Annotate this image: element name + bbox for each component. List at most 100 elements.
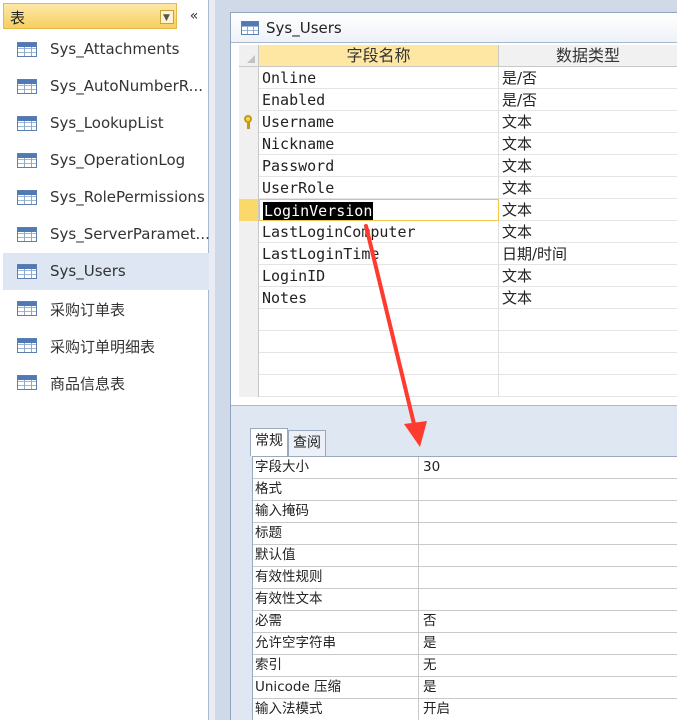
property-row[interactable]: 必需否 — [253, 611, 677, 633]
field-name-cell[interactable] — [259, 353, 499, 375]
property-value[interactable]: 是 — [421, 677, 677, 698]
row-selector[interactable] — [239, 287, 259, 309]
nav-item-table[interactable]: Sys_OperationLog — [3, 142, 209, 179]
property-row[interactable]: 有效性文本 — [253, 589, 677, 611]
property-value[interactable] — [421, 545, 677, 566]
field-name-cell[interactable]: Nickname — [259, 133, 499, 155]
field-name-cell[interactable] — [259, 309, 499, 331]
property-row[interactable]: 允许空字符串是 — [253, 633, 677, 655]
table-row[interactable]: LastLoginComputer 文本 — [239, 221, 677, 243]
nav-item-table[interactable]: Sys_ServerParamet... — [3, 216, 210, 253]
row-selector[interactable] — [239, 221, 259, 243]
nav-item-table[interactable]: 商品信息表 — [3, 364, 209, 401]
data-type-cell[interactable]: 文本 — [499, 111, 677, 133]
field-name-cell[interactable]: Username — [259, 111, 499, 133]
table-row[interactable] — [239, 375, 677, 397]
field-name-cell[interactable]: Notes — [259, 287, 499, 309]
property-value[interactable]: 是 — [421, 633, 677, 654]
row-selector[interactable] — [239, 89, 259, 111]
table-row[interactable]: LoginVersion 文本 — [239, 199, 677, 221]
property-value[interactable]: 30 — [421, 457, 677, 478]
data-type-cell[interactable]: 日期/时间 — [499, 243, 677, 265]
data-type-cell[interactable]: 文本 — [499, 199, 677, 221]
data-type-cell[interactable] — [499, 353, 677, 375]
row-selector[interactable] — [239, 155, 259, 177]
field-name-cell[interactable] — [259, 375, 499, 397]
table-row[interactable] — [239, 331, 677, 353]
row-selector[interactable] — [239, 67, 259, 89]
property-row[interactable]: Unicode 压缩是 — [253, 677, 677, 699]
row-selector[interactable] — [239, 199, 259, 221]
data-type-cell[interactable] — [499, 375, 677, 397]
field-name-cell[interactable]: LastLoginTime — [259, 243, 499, 265]
table-row[interactable]: Enabled 是/否 — [239, 89, 677, 111]
property-row[interactable]: 输入掩码 — [253, 501, 677, 523]
table-row[interactable]: Nickname 文本 — [239, 133, 677, 155]
field-name-cell[interactable]: LoginID — [259, 265, 499, 287]
property-row[interactable]: 默认值 — [253, 545, 677, 567]
property-value[interactable]: 开启 — [421, 699, 677, 720]
property-row[interactable]: 标题 — [253, 523, 677, 545]
field-name-cell[interactable] — [259, 331, 499, 353]
property-value[interactable] — [421, 501, 677, 522]
property-row[interactable]: 格式 — [253, 479, 677, 501]
property-value[interactable]: 无 — [421, 655, 677, 676]
document-tab[interactable]: Sys_Users — [231, 13, 677, 43]
table-row[interactable]: UserRole 文本 — [239, 177, 677, 199]
property-value[interactable] — [421, 479, 677, 500]
nav-item-table[interactable]: 采购订单表 — [3, 290, 209, 327]
property-row[interactable]: 输入法模式 开启 — [253, 699, 677, 720]
nav-item-table[interactable]: Sys_LookupList — [3, 105, 209, 142]
tab-general[interactable]: 常规 — [250, 428, 288, 456]
data-type-cell[interactable]: 文本 — [499, 177, 677, 199]
row-selector[interactable] — [239, 375, 259, 397]
property-value[interactable] — [421, 523, 677, 544]
nav-item-table[interactable]: Sys_Attachments — [3, 31, 209, 68]
table-row[interactable] — [239, 353, 677, 375]
field-name-cell[interactable]: LastLoginComputer — [259, 221, 499, 243]
table-row[interactable]: LastLoginTime 日期/时间 — [239, 243, 677, 265]
row-selector[interactable] — [239, 265, 259, 287]
table-row[interactable]: Username 文本 — [239, 111, 677, 133]
nav-item-table[interactable]: Sys_Users — [3, 253, 209, 290]
row-selector[interactable] — [239, 309, 259, 331]
tab-lookup[interactable]: 查阅 — [288, 430, 326, 456]
row-selector[interactable] — [239, 353, 259, 375]
chevron-down-icon[interactable]: ▼ — [160, 10, 174, 24]
nav-category-selector[interactable]: 表 ▼ — [3, 3, 177, 29]
table-row[interactable]: Online 是/否 — [239, 67, 677, 89]
row-selector[interactable] — [239, 177, 259, 199]
select-all-corner[interactable] — [239, 45, 259, 67]
data-type-cell[interactable] — [499, 309, 677, 331]
row-selector[interactable] — [239, 331, 259, 353]
row-selector[interactable] — [239, 111, 259, 133]
row-selector[interactable] — [239, 243, 259, 265]
field-name-cell[interactable]: Password — [259, 155, 499, 177]
property-value[interactable] — [421, 567, 677, 588]
table-row[interactable]: LoginID 文本 — [239, 265, 677, 287]
data-type-cell[interactable]: 文本 — [499, 133, 677, 155]
row-selector[interactable] — [239, 133, 259, 155]
double-chevron-left-icon[interactable]: « — [183, 5, 205, 27]
column-header-field-name[interactable]: 字段名称 — [259, 45, 499, 67]
table-row[interactable]: Password 文本 — [239, 155, 677, 177]
data-type-cell[interactable]: 是/否 — [499, 67, 677, 89]
data-type-cell[interactable]: 是/否 — [499, 89, 677, 111]
field-name-cell[interactable]: Online — [259, 67, 499, 89]
property-row[interactable]: 索引无 — [253, 655, 677, 677]
data-type-cell[interactable]: 文本 — [499, 287, 677, 309]
column-header-data-type[interactable]: 数据类型 — [499, 45, 677, 67]
data-type-cell[interactable]: 文本 — [499, 265, 677, 287]
table-row[interactable] — [239, 309, 677, 331]
nav-item-table[interactable]: Sys_AutoNumberR... — [3, 68, 209, 105]
data-type-cell[interactable]: 文本 — [499, 155, 677, 177]
field-name-cell[interactable]: Enabled — [259, 89, 499, 111]
field-name-cell[interactable]: LoginVersion — [259, 199, 499, 221]
property-row[interactable]: 字段大小 30 — [253, 457, 677, 479]
property-row[interactable]: 有效性规则 — [253, 567, 677, 589]
data-type-cell[interactable] — [499, 331, 677, 353]
nav-item-table[interactable]: Sys_RolePermissions — [3, 179, 209, 216]
nav-item-table[interactable]: 采购订单明细表 — [3, 327, 209, 364]
data-type-cell[interactable]: 文本 — [499, 221, 677, 243]
table-row[interactable]: Notes 文本 — [239, 287, 677, 309]
